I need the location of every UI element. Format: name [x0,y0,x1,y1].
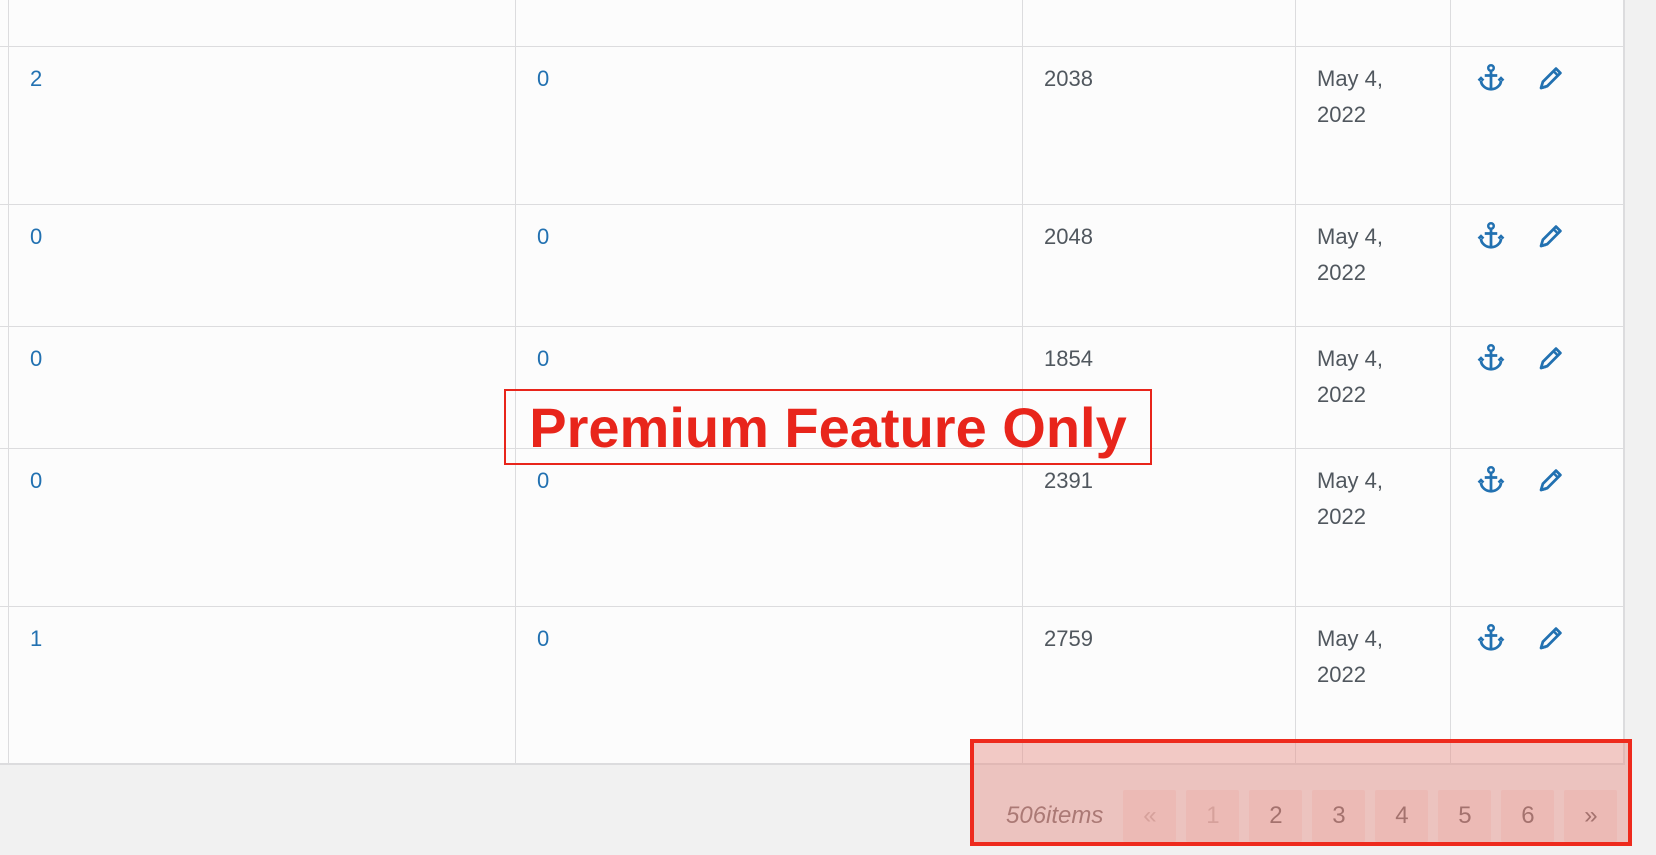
col3-value: 2038 [1044,66,1093,91]
row-actions [1476,343,1566,373]
pencil-icon[interactable] [1536,343,1566,373]
date-value: May 4, 2022 [1317,66,1384,127]
row-actions [1476,623,1566,653]
row-actions [1476,221,1566,251]
anchor-icon[interactable] [1476,465,1506,495]
col2-link[interactable]: 0 [537,463,549,499]
date-value: May 4, 2022 [1317,224,1384,285]
col3-value: 2048 [1044,224,1093,249]
col2-link[interactable]: 0 [537,61,549,97]
col1-link[interactable]: 0 [30,219,42,255]
table-row: 0 0 2391 May 4, 2022 [0,448,1623,606]
anchor-icon[interactable] [1476,343,1506,373]
anchor-icon[interactable] [1476,221,1506,251]
table-row: 0 0 2048 May 4, 2022 [0,204,1623,326]
row-actions [1476,465,1566,495]
anchor-icon[interactable] [1476,623,1506,653]
col1-link[interactable]: 0 [30,341,42,377]
col3-value: 1854 [1044,346,1093,371]
col2-link[interactable]: 0 [537,341,549,377]
pencil-icon[interactable] [1536,623,1566,653]
col1-link[interactable]: 1 [30,621,42,657]
premium-feature-banner: Premium Feature Only [504,389,1152,465]
anchor-icon[interactable] [1476,63,1506,93]
col3-value: 2391 [1044,468,1093,493]
pencil-icon[interactable] [1536,63,1566,93]
date-value: May 4, 2022 [1317,468,1384,529]
row-actions [1476,63,1566,93]
pencil-icon[interactable] [1536,465,1566,495]
col2-link[interactable]: 0 [537,621,549,657]
table-row: 2 0 2038 May 4, 2022 [0,46,1623,204]
date-value: May 4, 2022 [1317,626,1384,687]
col1-link[interactable]: 2 [30,61,42,97]
date-value: May 4, 2022 [1317,346,1384,407]
pagination-highlight [970,739,1632,846]
col2-link[interactable]: 0 [537,219,549,255]
data-table: 2 0 2038 May 4, 2022 0 0 2048 May 4, 202… [0,0,1625,765]
col1-link[interactable]: 0 [30,463,42,499]
pencil-icon[interactable] [1536,221,1566,251]
col3-value: 2759 [1044,626,1093,651]
